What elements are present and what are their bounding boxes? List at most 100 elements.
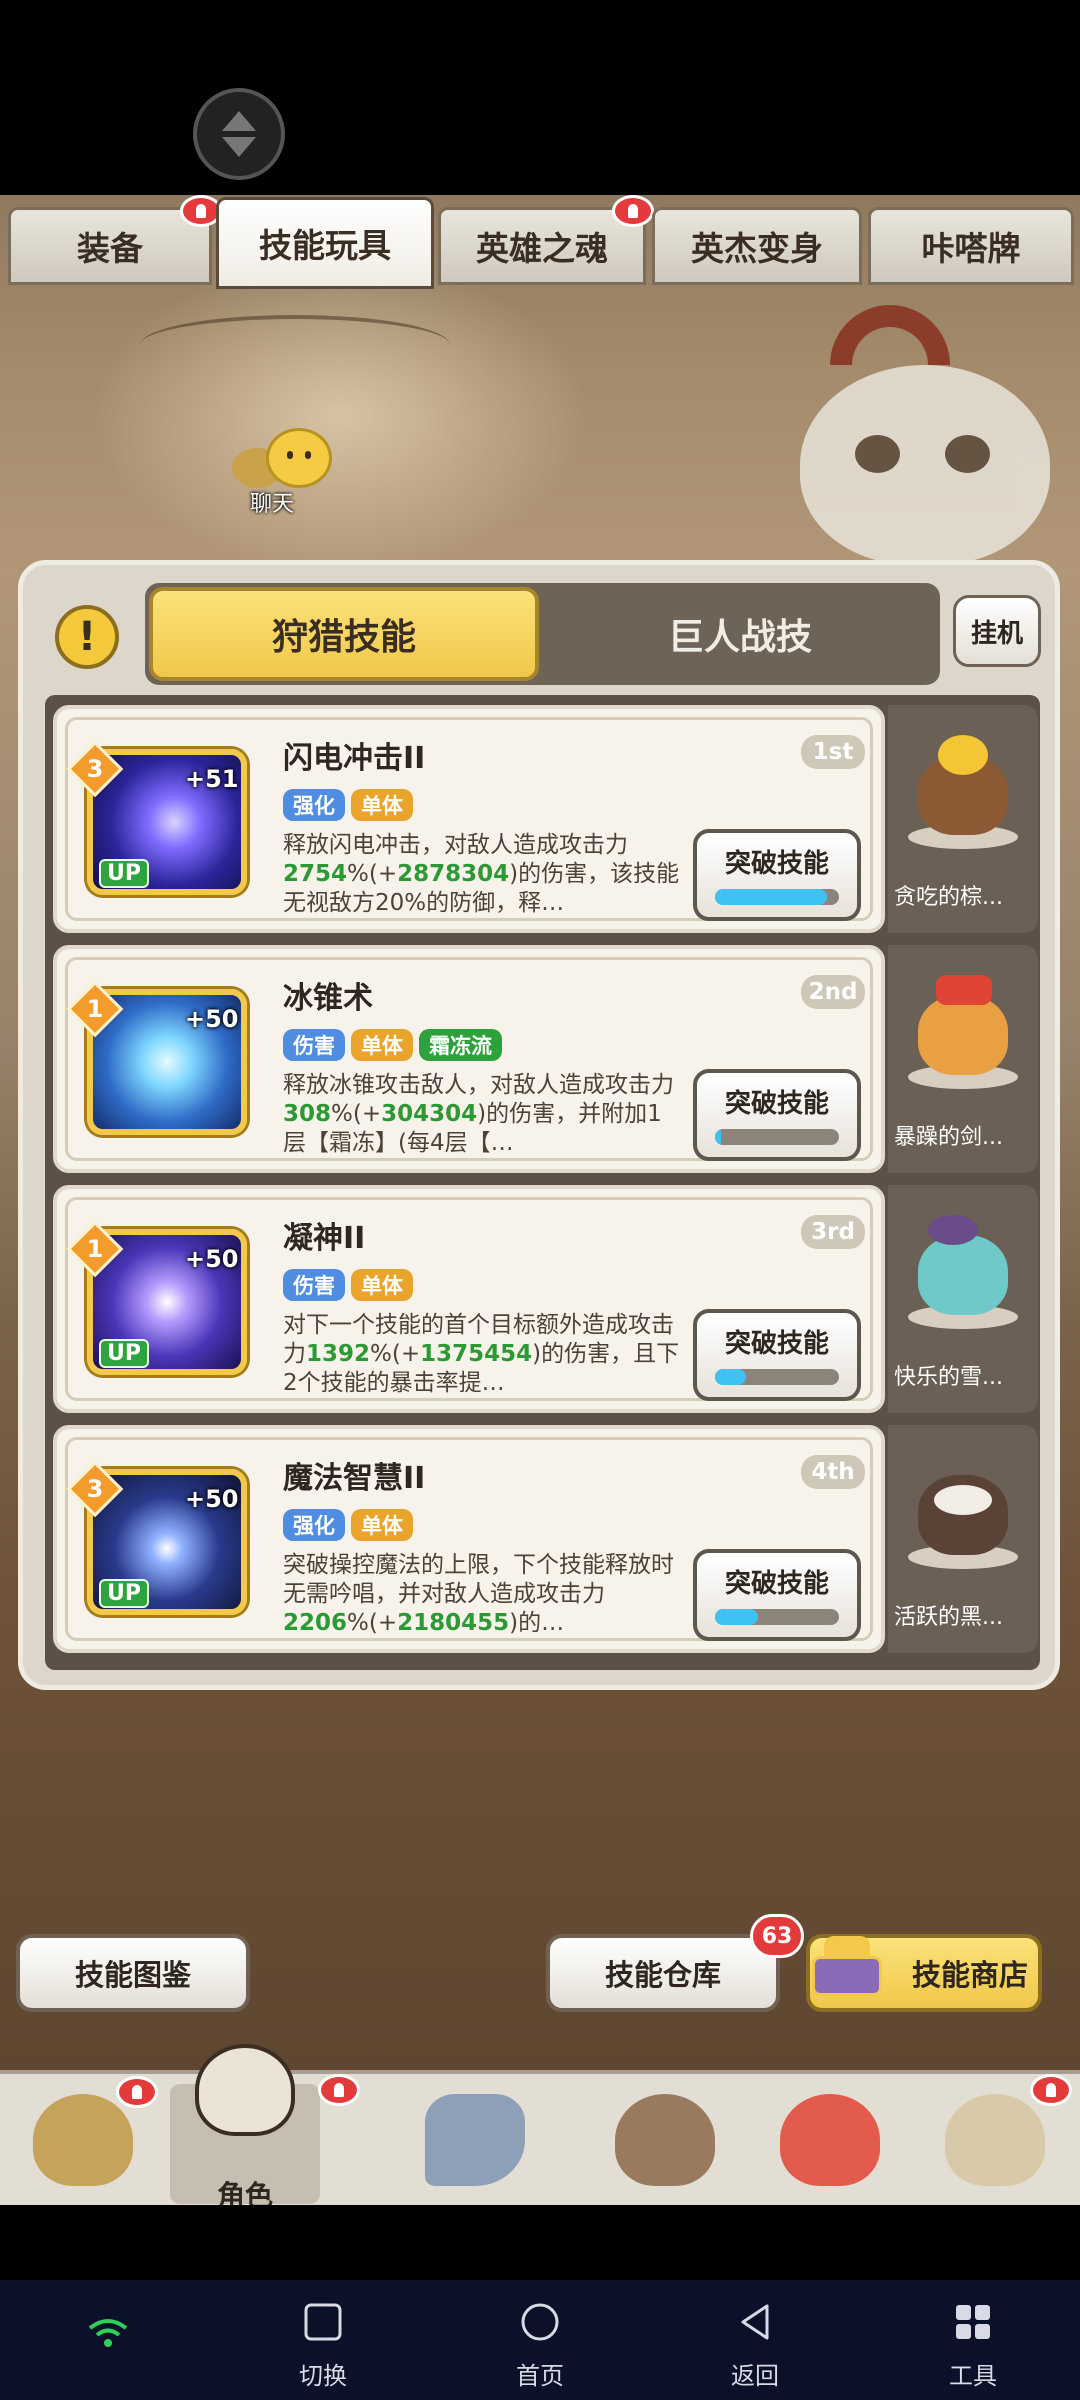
break-skill-button[interactable]: 突破技能 (693, 1069, 861, 1161)
top-tab-bar: 装备 技能玩具 英雄之魂 英杰变身 咔嗒牌 (0, 195, 1080, 295)
alert-bell-icon (1030, 2074, 1072, 2106)
pet-slot[interactable]: 贪吃的棕... (888, 705, 1038, 933)
storage-count-badge: 63 (750, 1914, 804, 1958)
pet-dino-icon (780, 2094, 880, 2186)
horn-decoration (830, 305, 950, 365)
tag: 单体 (351, 1029, 413, 1061)
pet-name: 活跃的黑... (894, 1605, 1003, 1630)
rank-badge: 4th (801, 1455, 865, 1489)
sword-shield-icon (425, 2094, 525, 2186)
skill-name: 凝神II (283, 1221, 366, 1256)
character-avatar-icon (195, 2044, 295, 2136)
pet-slot[interactable]: 活跃的黑... (888, 1425, 1038, 1653)
pet-avatar (908, 975, 1018, 1089)
break-skill-button[interactable]: 突破技能 (693, 1549, 861, 1641)
skill-name: 冰锥术 (283, 981, 373, 1016)
arrow-down-icon (222, 137, 256, 157)
break-progress-bar (715, 1129, 839, 1145)
rank-badge: 1st (801, 735, 865, 769)
screen: 装备 技能玩具 英雄之魂 英杰变身 咔嗒牌 聊天 ! 狩猎技能 巨人战技 挂机 … (0, 0, 1080, 2400)
tab-giant-combat[interactable]: 巨人战技 (545, 587, 935, 681)
tag-list: 伤害 单体 (283, 1269, 413, 1301)
grid-icon (956, 2305, 990, 2339)
skill-description: 对下一个技能的首个目标额外造成攻击力1392%(+1375454)的伤害，且下2… (283, 1312, 680, 1396)
floating-scroll-button[interactable] (193, 88, 285, 180)
tag: 单体 (351, 1269, 413, 1301)
break-progress-bar (715, 889, 839, 905)
rank-badge: 3rd (801, 1215, 865, 1249)
nav-tools[interactable]: 工具 (908, 2280, 1038, 2400)
tab-skill-toys[interactable]: 技能玩具 (216, 197, 434, 289)
skill-card[interactable]: 3 +51 UP 闪电冲击II 1st 强化 单体 释放闪电冲击，对敌人造成攻击… (53, 705, 885, 933)
skill-plus-level: +50 (185, 1245, 239, 1273)
upgrade-badge: UP (99, 1339, 149, 1368)
pet-avatar (908, 1215, 1018, 1329)
top-black-area (0, 0, 1080, 195)
skill-storage-button[interactable]: 技能仓库 (546, 1934, 780, 2012)
alert-bell-icon (318, 2074, 360, 2106)
break-progress-bar (715, 1369, 839, 1385)
pet-avatar (908, 1455, 1018, 1569)
pet-name: 暴躁的剑... (894, 1125, 1003, 1150)
break-progress-bar (715, 1609, 839, 1625)
upgrade-badge: UP (99, 859, 149, 888)
system-nav-bar: 切换 首页 返回 工具 (0, 2280, 1080, 2400)
nav-back[interactable]: 返回 (690, 2280, 820, 2400)
square-icon (304, 2303, 342, 2341)
tag: 伤害 (283, 1269, 345, 1301)
alert-bell-icon (116, 2076, 158, 2108)
skill-plus-level: +50 (185, 1005, 239, 1033)
pet-name: 贪吃的棕... (894, 885, 1003, 910)
skill-description: 突破操控魔法的上限，下个技能释放时无需吟唱，并对敌人造成攻击力2206%(+21… (283, 1552, 674, 1636)
treasure-chest-icon (808, 1936, 886, 2000)
tag: 强化 (283, 789, 345, 821)
tab-hunting-skills[interactable]: 狩猎技能 (149, 587, 539, 681)
skill-name: 魔法智慧II (283, 1461, 426, 1496)
skill-codex-button[interactable]: 技能图鉴 (16, 1934, 250, 2012)
tag: 伤害 (283, 1029, 345, 1061)
skill-description: 释放冰锥攻击敌人，对敌人造成攻击力308%(+304304)的伤害，并附加1层【… (283, 1072, 674, 1156)
tag: 单体 (351, 789, 413, 821)
pet-avatar (908, 735, 1018, 849)
tag-list: 伤害 单体 霜冻流 (283, 1029, 502, 1061)
skill-type-switch: 狩猎技能 巨人战技 (145, 583, 940, 685)
tab-equipment[interactable]: 装备 (8, 207, 212, 285)
nav-item-character[interactable]: 角色 (170, 2044, 320, 2212)
skill-name: 闪电冲击II (283, 741, 426, 776)
skill-panel: ! 狩猎技能 巨人战技 挂机 3 +51 UP 闪电冲击II 1st 强化 单体… (18, 560, 1060, 1690)
nav-switch[interactable]: 切换 (258, 2280, 388, 2400)
nav-item-weapon[interactable] (400, 2084, 550, 2204)
alert-bell-icon (612, 195, 654, 227)
tag: 霜冻流 (419, 1029, 502, 1061)
upgrade-badge: UP (99, 1579, 149, 1608)
nav-item-monk[interactable] (590, 2084, 740, 2204)
nav-item-pet[interactable] (755, 2084, 905, 2204)
skill-plus-level: +50 (185, 1485, 239, 1513)
skull-decoration (800, 365, 1050, 565)
break-skill-button[interactable]: 突破技能 (693, 1309, 861, 1401)
chat-bubble-icon (266, 428, 332, 488)
chat-button[interactable]: 聊天 (232, 428, 342, 518)
skill-card[interactable]: 1 +50 UP 凝神II 3rd 伤害 单体 对下一个技能的首个目标额外造成攻… (53, 1185, 885, 1413)
pet-slot[interactable]: 快乐的雪... (888, 1185, 1038, 1413)
skill-plus-level: +51 (185, 765, 239, 793)
circle-icon (521, 2303, 559, 2341)
skill-card[interactable]: 3 +50 UP 魔法智慧II 4th 强化 单体 突破操控魔法的上限，下个技能… (53, 1425, 885, 1653)
pet-slot[interactable]: 暴躁的剑... (888, 945, 1038, 1173)
tag: 单体 (351, 1509, 413, 1541)
hero-portrait-icon (33, 2094, 133, 2186)
skill-card[interactable]: 1 +50 冰锥术 2nd 伤害 单体 霜冻流 释放冰锥攻击敌人，对敌人造成攻击… (53, 945, 885, 1173)
auto-hang-button[interactable]: 挂机 (953, 595, 1041, 667)
game-bottom-nav: 角色 (0, 2044, 1080, 2212)
pet-name: 快乐的雪... (894, 1365, 1003, 1390)
tag-list: 强化 单体 (283, 789, 413, 821)
back-triangle-icon (741, 2304, 769, 2340)
tab-hero-transform[interactable]: 英杰变身 (652, 207, 862, 285)
info-icon[interactable]: ! (55, 605, 119, 669)
guild-portrait-icon (945, 2094, 1045, 2186)
tag-list: 强化 单体 (283, 1509, 413, 1541)
arrow-up-icon (222, 111, 256, 131)
break-skill-button[interactable]: 突破技能 (693, 829, 861, 921)
nav-home[interactable]: 首页 (475, 2280, 605, 2400)
tab-card[interactable]: 咔嗒牌 (868, 207, 1074, 285)
